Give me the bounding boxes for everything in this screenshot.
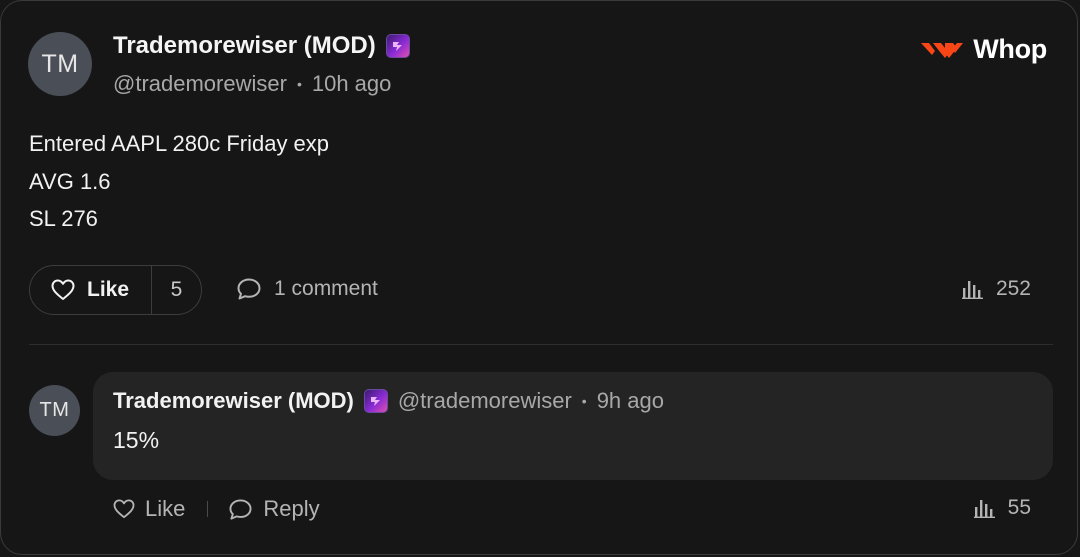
heart-icon <box>113 499 135 519</box>
action-separator <box>207 501 209 517</box>
comment-like-button[interactable]: Like <box>113 496 185 522</box>
post-body-line: AVG 1.6 <box>29 168 111 194</box>
bar-chart-icon <box>961 279 984 299</box>
like-count[interactable]: 5 <box>152 278 201 302</box>
commenter-name[interactable]: Trademorewiser (MOD) <box>113 388 354 414</box>
like-control: Like 5 <box>29 265 202 315</box>
meta-separator: • <box>581 393 587 409</box>
commenter-avatar[interactable]: TM <box>29 385 80 436</box>
comment-actions: Like Reply <box>113 496 320 522</box>
comment-text: 15% <box>113 427 160 453</box>
author-avatar[interactable]: TM <box>28 32 92 96</box>
meta-separator: • <box>296 76 302 92</box>
whop-logo-icon <box>919 39 965 61</box>
comments-button[interactable]: 1 comment <box>236 277 378 301</box>
brand-name: Whop <box>973 34 1047 64</box>
post-body: Entered AAPL 280c Friday exp AVG 1.6 SL … <box>29 125 329 238</box>
view-count: 252 <box>995 277 1031 300</box>
comment-bubble: Trademorewiser (MOD) @trademorewiser • 9… <box>93 372 1053 480</box>
post-body-line: Entered AAPL 280c Friday exp <box>29 131 330 156</box>
comment-view-count: 55 <box>1007 496 1031 519</box>
whop-brand[interactable]: Whop <box>919 34 1047 65</box>
post-card: TM Trademorewiser (MOD) @trademorewiser … <box>0 0 1078 555</box>
mod-badge-icon <box>363 389 388 413</box>
post-views: 252 <box>961 277 1031 301</box>
comment-views: 55 <box>973 496 1031 520</box>
section-divider <box>29 344 1053 345</box>
comment-timestamp: 9h ago <box>596 388 664 413</box>
author-name-row: Trademorewiser (MOD) <box>113 32 410 60</box>
post-timestamp: 10h ago <box>311 71 392 96</box>
mod-badge-icon <box>385 34 410 58</box>
author-meta: @trademorewiser • 10h ago <box>113 71 391 97</box>
post-body-line: SL 276 <box>29 206 98 231</box>
comment-bubble-icon <box>236 277 262 301</box>
author-name[interactable]: Trademorewiser (MOD) <box>113 32 376 60</box>
comment-like-label: Like <box>145 496 186 521</box>
reply-button[interactable]: Reply <box>228 496 320 522</box>
bar-chart-icon <box>973 498 996 518</box>
commenter-handle[interactable]: @trademorewiser <box>398 388 572 414</box>
reply-bubble-icon <box>228 498 253 521</box>
comments-label: 1 comment <box>274 277 378 300</box>
heart-icon <box>51 279 75 301</box>
reply-label: Reply <box>263 496 320 521</box>
like-button[interactable]: Like <box>30 266 152 314</box>
author-handle[interactable]: @trademorewiser <box>113 71 287 97</box>
comment-header: Trademorewiser (MOD) @trademorewiser • 9… <box>113 388 664 414</box>
like-label: Like <box>87 278 130 301</box>
